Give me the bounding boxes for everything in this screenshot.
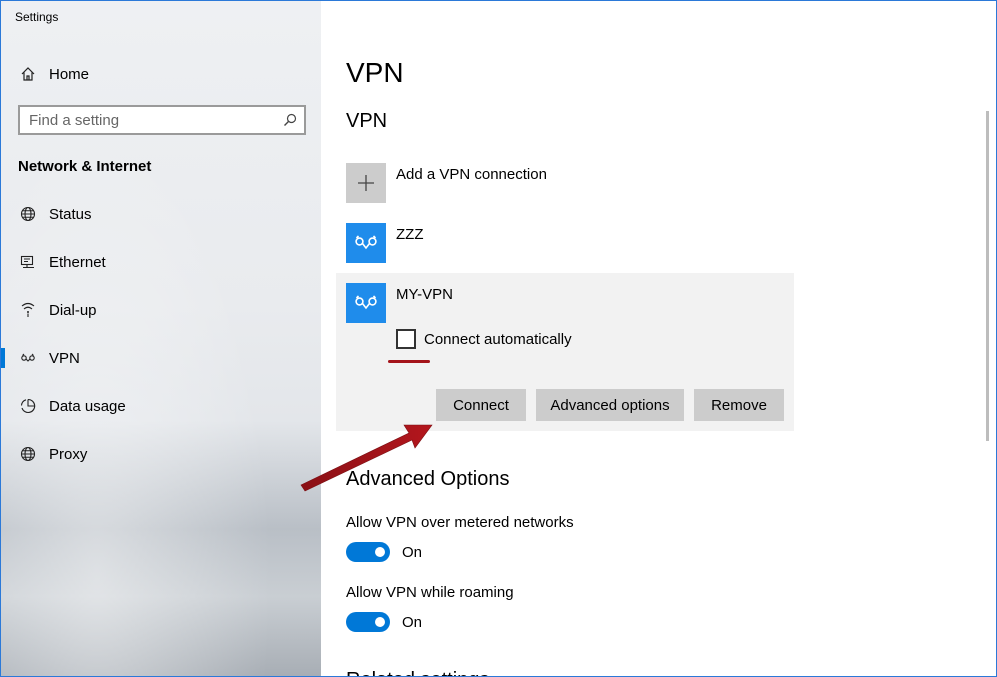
metered-toggle[interactable] [346,542,390,562]
vpn-connection-my-vpn[interactable]: MY-VPN Connect automatically Connect Adv… [336,273,794,431]
connect-automatically-row[interactable]: Connect automatically [396,329,572,349]
sidebar-item-label: VPN [49,349,80,367]
sidebar-item-status[interactable]: Status [1,194,321,234]
main-content: VPN VPN Add a VPN connection ZZZ MY-VPN [322,1,996,676]
sidebar-item-home[interactable]: Home [1,54,321,94]
selection-indicator [1,348,5,368]
add-vpn-label: Add a VPN connection [396,166,547,183]
dialup-icon [18,300,38,320]
home-icon [18,64,38,84]
sidebar-item-data-usage[interactable]: Data usage [1,386,321,426]
vpn-icon [346,223,386,263]
advanced-options-button[interactable]: Advanced options [536,389,684,421]
plus-icon [346,163,386,203]
vpn-connection-name: MY-VPN [396,286,453,303]
metered-toggle-row[interactable]: On [346,542,422,562]
sidebar-item-label: Proxy [49,445,88,463]
vpn-connection-name: ZZZ [396,226,424,243]
roaming-setting-label: Allow VPN while roaming [346,584,514,601]
vpn-icon [346,283,386,323]
remove-button[interactable]: Remove [694,389,784,421]
globe-icon [18,204,38,224]
app-title: Settings [15,10,59,24]
metered-toggle-state: On [402,543,423,561]
vpn-connection-zzz[interactable]: ZZZ [346,223,794,263]
data-usage-icon [18,396,38,416]
roaming-toggle[interactable] [346,612,390,632]
sidebar-item-vpn[interactable]: VPN [1,338,321,378]
roaming-toggle-state: On [402,613,423,631]
scrollbar[interactable] [986,111,989,441]
search-box[interactable] [18,105,306,135]
toggle-knob [375,547,385,557]
advanced-options-title: Advanced Options [346,468,510,490]
sidebar-item-dialup[interactable]: Dial-up [1,290,321,330]
sidebar-item-ethernet[interactable]: Ethernet [1,242,321,282]
ethernet-icon [18,252,38,272]
page-title: VPN [346,57,404,88]
annotation-underline [388,360,430,363]
search-input[interactable] [20,111,270,129]
sidebar-item-proxy[interactable]: Proxy [1,434,321,474]
globe-icon [18,444,38,464]
sidebar-item-label: Status [49,205,92,223]
settings-window: Settings Home Network & Internet Status [0,0,997,677]
sidebar-item-label: Data usage [49,397,126,415]
section-title: VPN [346,110,388,132]
sidebar-item-label: Home [49,65,90,83]
section-title: Network & Internet [18,158,152,175]
add-vpn-connection-button[interactable]: Add a VPN connection [346,163,794,203]
connect-automatically-checkbox[interactable] [396,329,416,349]
roaming-toggle-row[interactable]: On [346,612,422,632]
toggle-knob [375,617,385,627]
sidebar: Settings Home Network & Internet Status [1,1,321,676]
connect-automatically-label: Connect automatically [424,330,572,348]
related-settings-title: Related settings [346,669,489,676]
vpn-connection-header: MY-VPN [346,283,794,323]
sidebar-item-label: Ethernet [49,253,106,271]
sidebar-item-label: Dial-up [49,301,97,319]
connect-button[interactable]: Connect [436,389,526,421]
vpn-icon [18,348,38,368]
metered-setting-label: Allow VPN over metered networks [346,514,574,531]
search-icon[interactable] [282,112,298,128]
